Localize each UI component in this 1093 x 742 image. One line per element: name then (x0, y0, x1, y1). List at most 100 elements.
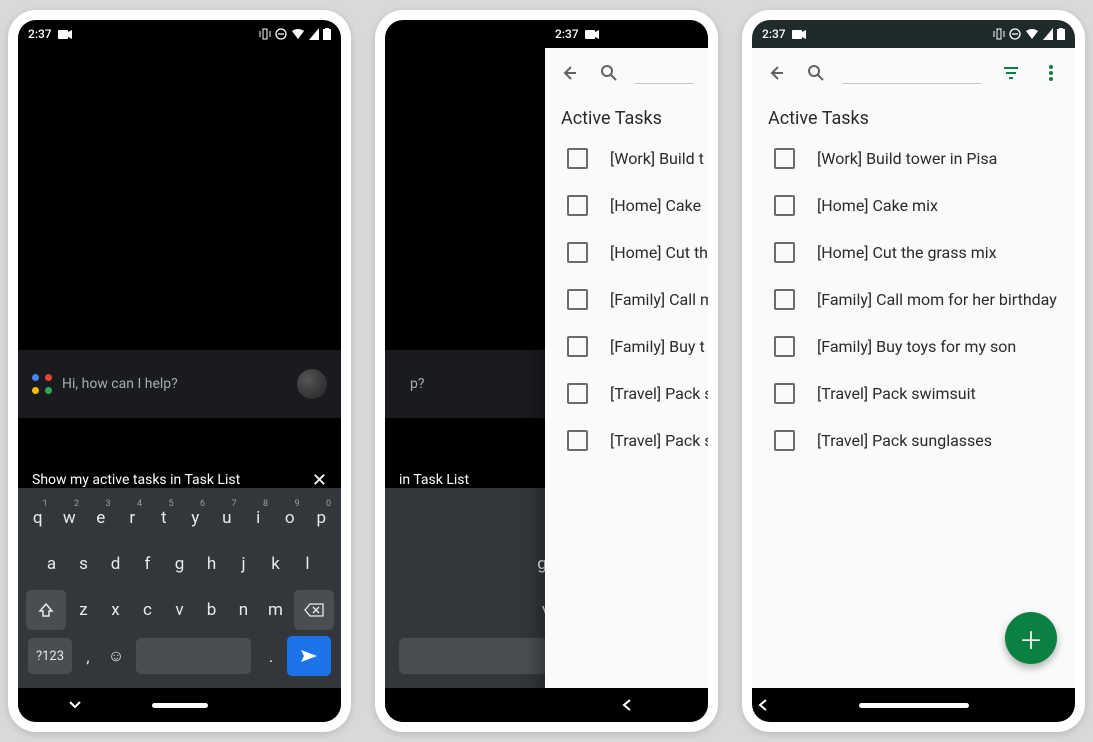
task-row[interactable]: [Work] Build t (545, 135, 708, 182)
key-c[interactable]: c (134, 590, 162, 630)
task-checkbox[interactable] (774, 195, 795, 216)
task-row[interactable]: [Work] Build tower in Pisa (752, 135, 1075, 182)
task-row[interactable]: [Family] Buy t (545, 323, 708, 370)
task-row[interactable]: [Travel] Pack sunglasses (752, 417, 1075, 464)
nav-back-icon[interactable] (757, 699, 769, 711)
send-key[interactable] (287, 636, 331, 676)
status-bar: 2:37 (18, 20, 341, 48)
key-m[interactable]: m (262, 590, 290, 630)
task-label: [Family] Call mom for her birthday (817, 290, 1057, 309)
shift-key[interactable] (26, 590, 66, 630)
phone-transition: 2:37 p? in Task List ✕ y6u7i (375, 10, 718, 732)
task-label: [Travel] Pack s (610, 431, 708, 450)
keyboard[interactable]: q1w2e3r4t5y6u7i8o9p0 asdfghjkl zxcvbnm ?… (18, 488, 341, 688)
keyboard-row-2: asdfghjkl (22, 542, 337, 586)
task-checkbox[interactable] (774, 430, 795, 451)
app-bar (545, 48, 708, 98)
key-f[interactable]: f (134, 544, 162, 584)
key-x[interactable]: x (102, 590, 130, 630)
search-input[interactable] (842, 63, 981, 84)
task-row[interactable]: [Family] Call m (545, 276, 708, 323)
task-checkbox[interactable] (567, 336, 588, 357)
key-v[interactable]: v (166, 590, 194, 630)
task-checkbox[interactable] (774, 336, 795, 357)
task-checkbox[interactable] (567, 242, 588, 263)
task-label: [Home] Cut th (610, 243, 708, 262)
nav-down-icon[interactable] (68, 700, 82, 710)
key-w[interactable]: w2 (56, 498, 84, 538)
search-icon[interactable] (796, 53, 836, 93)
key-k[interactable]: k (262, 544, 290, 584)
key-r[interactable]: r4 (119, 498, 147, 538)
search-input[interactable] (635, 63, 694, 84)
home-pill[interactable] (152, 703, 208, 708)
key-o[interactable]: o9 (276, 498, 304, 538)
key-q[interactable]: q1 (24, 498, 52, 538)
key-s[interactable]: s (70, 544, 98, 584)
task-row[interactable]: [Travel] Pack s (545, 370, 708, 417)
assistant-query-text: Show my active tasks in Task List (32, 472, 240, 488)
avatar[interactable] (297, 369, 327, 399)
task-row[interactable]: [Home] Cake (545, 182, 708, 229)
task-checkbox[interactable] (567, 148, 588, 169)
key-h[interactable]: h (198, 544, 226, 584)
screen: 2:37 Hi, how can I help (18, 20, 341, 722)
key-b[interactable]: b (198, 590, 226, 630)
key-g[interactable]: g (166, 544, 194, 584)
key-y[interactable]: y6 (182, 498, 210, 538)
key-j[interactable]: j (230, 544, 258, 584)
assistant-prompt-panel: Hi, how can I help? (18, 350, 341, 418)
task-row[interactable]: [Family] Call mom for her birthday (752, 276, 1075, 323)
task-row[interactable]: [Home] Cake mix (752, 182, 1075, 229)
search-icon[interactable] (589, 53, 629, 93)
backspace-key[interactable] (294, 590, 334, 630)
task-row[interactable]: [Home] Cut the grass mix (752, 229, 1075, 276)
clock: 2:37 (555, 27, 579, 41)
emoji-key[interactable]: ☺ (102, 638, 130, 674)
task-checkbox[interactable] (774, 148, 795, 169)
comma-key[interactable]: , (74, 638, 102, 674)
assistant-greeting-partial: p? (410, 376, 424, 392)
home-pill[interactable] (859, 703, 969, 708)
task-checkbox[interactable] (567, 383, 588, 404)
task-label: [Work] Build tower in Pisa (817, 149, 997, 168)
dnd-icon (275, 28, 287, 40)
spacebar[interactable] (136, 638, 251, 674)
add-task-fab[interactable]: ＋ (1005, 612, 1057, 664)
task-row[interactable]: [Travel] Pack swimsuit (752, 370, 1075, 417)
screen: 2:37 p? in Task List ✕ y6u7i (385, 20, 708, 722)
task-checkbox[interactable] (567, 289, 588, 310)
task-checkbox[interactable] (567, 430, 588, 451)
key-z[interactable]: z (70, 590, 98, 630)
nav-back-icon[interactable] (621, 699, 633, 711)
back-button[interactable] (549, 53, 589, 93)
key-t[interactable]: t5 (150, 498, 178, 538)
key-l[interactable]: l (294, 544, 322, 584)
back-button[interactable] (756, 53, 796, 93)
task-checkbox[interactable] (774, 383, 795, 404)
camera-icon (58, 30, 72, 39)
phone-assistant: 2:37 Hi, how can I help (8, 10, 351, 732)
key-d[interactable]: d (102, 544, 130, 584)
overflow-menu-icon[interactable] (1031, 53, 1071, 93)
task-row[interactable]: [Family] Buy toys for my son (752, 323, 1075, 370)
key-u[interactable]: u7 (213, 498, 241, 538)
period-key[interactable]: . (257, 638, 285, 674)
key-e[interactable]: e3 (87, 498, 115, 538)
key-a[interactable]: a (38, 544, 66, 584)
assistant-query-partial: in Task List (399, 472, 469, 488)
task-label: [Travel] Pack sunglasses (817, 431, 992, 450)
filter-icon[interactable] (991, 53, 1031, 93)
task-checkbox[interactable] (774, 242, 795, 263)
symbols-key[interactable]: ?123 (28, 638, 72, 674)
key-n[interactable]: n (230, 590, 258, 630)
task-checkbox[interactable] (567, 195, 588, 216)
key-i[interactable]: i8 (245, 498, 273, 538)
vibrate-icon (259, 28, 271, 40)
nav-bar (752, 688, 1075, 722)
task-checkbox[interactable] (774, 289, 795, 310)
key-p[interactable]: p0 (308, 498, 336, 538)
status-bar: 2:37 (545, 20, 708, 48)
task-row[interactable]: [Travel] Pack s (545, 417, 708, 464)
task-row[interactable]: [Home] Cut th (545, 229, 708, 276)
